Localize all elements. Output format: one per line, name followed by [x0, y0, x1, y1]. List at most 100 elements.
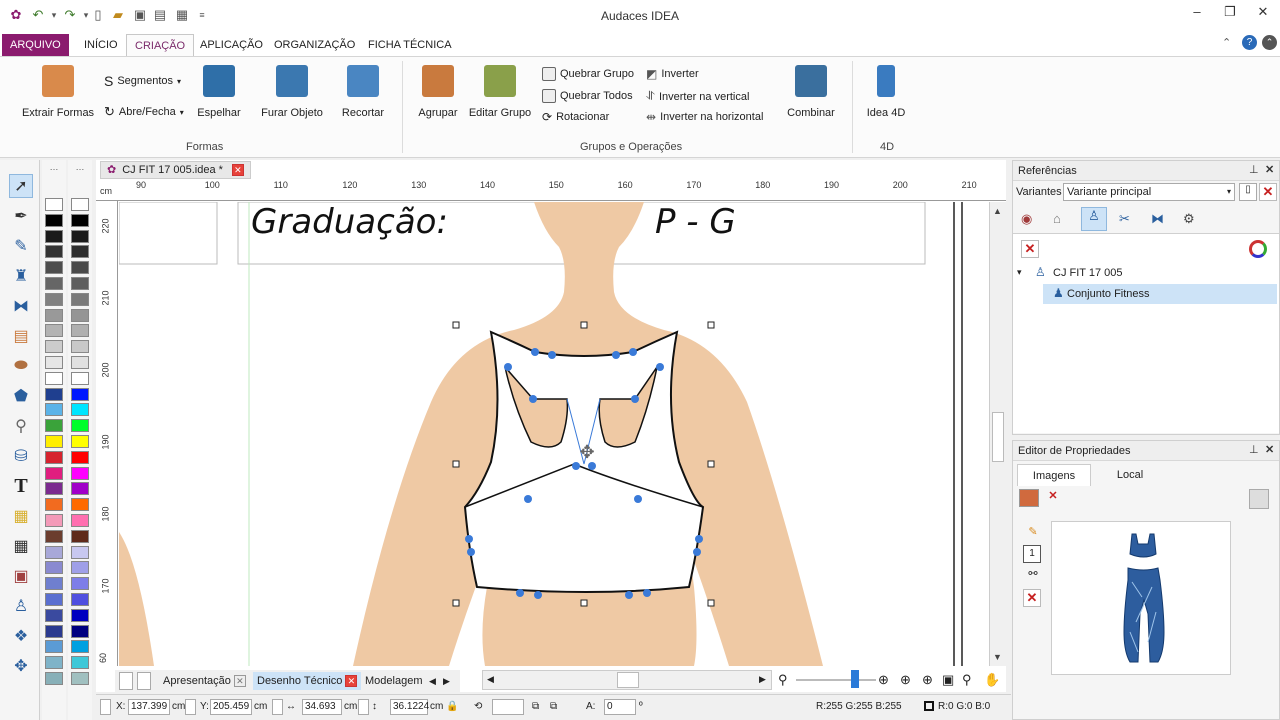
color-swatch[interactable]: [71, 577, 89, 591]
image-tool-icon[interactable]: ▣: [9, 564, 33, 588]
close-document-icon[interactable]: ✕: [231, 164, 244, 176]
color-swatch[interactable]: [45, 514, 63, 527]
color-swatch[interactable]: [45, 261, 63, 275]
tab-arquivo[interactable]: ARQUIVO: [2, 34, 69, 56]
sheet-prev-icon[interactable]: ◀: [425, 672, 440, 690]
color-swatch[interactable]: [45, 529, 63, 543]
tab-local[interactable]: Local: [1105, 464, 1155, 486]
color-swatch[interactable]: [45, 229, 63, 243]
close-button[interactable]: ✕: [1252, 4, 1274, 24]
close-panel-icon[interactable]: ✕: [1265, 443, 1274, 456]
pin-icon[interactable]: ⊥: [1249, 163, 1259, 176]
vertical-scrollbar[interactable]: ▲ ▼: [989, 202, 1006, 666]
pin-icon[interactable]: ⊥: [1249, 443, 1259, 456]
close-panel-icon[interactable]: ✕: [1265, 163, 1274, 176]
zoom-all-icon[interactable]: ⚲: [962, 672, 972, 688]
color-swatch[interactable]: [71, 371, 89, 385]
delete-image-button[interactable]: ✕: [1023, 589, 1041, 607]
color-swatch[interactable]: [71, 340, 89, 354]
copy-transform-2-icon[interactable]: ⧉: [550, 701, 557, 712]
width-checkbox[interactable]: [272, 699, 283, 715]
tree-root-item[interactable]: CJ FIT 17 005: [1053, 267, 1123, 279]
tab-imagens[interactable]: Imagens: [1017, 464, 1091, 486]
color-swatch[interactable]: [71, 529, 89, 543]
curve-tool-icon[interactable]: ✎: [9, 234, 33, 258]
color-swatch[interactable]: [71, 324, 89, 338]
remove-image-icon[interactable]: ✕: [1043, 489, 1063, 507]
color-swatch[interactable]: [71, 608, 89, 622]
close-sheet-icon[interactable]: ✕: [345, 675, 358, 687]
width-field[interactable]: 34.693: [302, 699, 342, 715]
idea-4d-button[interactable]: Idea 4D: [864, 65, 908, 119]
color-swatch[interactable]: [45, 545, 63, 559]
quebrar-grupo-button[interactable]: Quebrar Grupo: [542, 67, 634, 81]
select-tool-icon[interactable]: ➚: [9, 174, 33, 198]
color-swatch[interactable]: [45, 577, 63, 591]
color-swatch[interactable]: [71, 672, 89, 685]
tree-expand-icon[interactable]: ▾: [1017, 267, 1022, 278]
sheet-tab-modelagem[interactable]: Modelagem: [361, 672, 426, 690]
help-icon[interactable]: ?: [1242, 35, 1257, 50]
zoom-slider-thumb[interactable]: [851, 670, 859, 688]
mirror-tool-icon[interactable]: ⧓: [9, 294, 33, 318]
color-swatch[interactable]: [45, 371, 63, 385]
ref-tab-mirror-icon[interactable]: ⧓: [1151, 211, 1164, 227]
layers-tool-icon[interactable]: ▤: [9, 324, 33, 348]
zoom-page-icon[interactable]: ▣: [942, 672, 954, 688]
furar-objeto-button[interactable]: Furar Objeto: [258, 65, 326, 119]
color-swatch[interactable]: [45, 277, 63, 290]
horizontal-scrollbar[interactable]: ◀ ▶: [482, 670, 772, 690]
color-swatch[interactable]: [45, 245, 63, 259]
rotation-field[interactable]: [492, 699, 524, 715]
color-swatch[interactable]: [45, 198, 63, 211]
abre-fecha-button[interactable]: ↻ Abre/Fecha ▾: [104, 104, 184, 120]
zoom-in-icon[interactable]: ⊕: [878, 672, 889, 688]
color-swatch[interactable]: [71, 624, 89, 638]
polygon-tool-icon[interactable]: ⬟: [9, 384, 33, 408]
component-tool-icon[interactable]: ❖: [9, 624, 33, 648]
x-field[interactable]: 137.399: [128, 699, 170, 715]
add-variant-icon[interactable]: ▯: [1239, 183, 1257, 201]
grid-view-icon[interactable]: [1249, 489, 1269, 509]
page-view-icon[interactable]: [119, 672, 133, 690]
color-swatch[interactable]: [71, 450, 89, 464]
restore-button[interactable]: ❐: [1219, 4, 1241, 24]
tab-aplicacao[interactable]: APLICAÇÃO: [192, 34, 271, 56]
color-swatch[interactable]: [45, 387, 63, 401]
color-swatch[interactable]: [45, 213, 63, 227]
page-view-2-icon[interactable]: [137, 672, 151, 690]
color-swatch[interactable]: [71, 656, 89, 670]
y-field[interactable]: 205.459: [210, 699, 252, 715]
scroll-down-icon[interactable]: ▼: [993, 652, 1002, 662]
table-tool-icon[interactable]: ▦: [9, 534, 33, 558]
color-swatch[interactable]: [71, 277, 89, 290]
add-image-icon[interactable]: [1019, 489, 1039, 507]
color-swatch[interactable]: [71, 514, 89, 527]
collapse-ribbon-icon[interactable]: ⌃: [1222, 36, 1231, 49]
color-swatch[interactable]: [71, 545, 89, 559]
color-swatch[interactable]: [45, 292, 63, 306]
note-tool-icon[interactable]: ▦: [9, 504, 33, 528]
button-tool-icon[interactable]: ⚲: [9, 414, 33, 438]
color-swatch[interactable]: [45, 450, 63, 464]
y-checkbox[interactable]: [185, 699, 196, 715]
close-sheet-icon[interactable]: ✕: [233, 675, 246, 687]
color-swatch[interactable]: [45, 340, 63, 354]
color-swatch[interactable]: [45, 656, 63, 670]
editar-grupo-button[interactable]: Editar Grupo: [468, 65, 532, 119]
palette-scroll-up-icon[interactable]: …: [71, 162, 89, 174]
color-swatch[interactable]: [71, 640, 89, 654]
color-swatch[interactable]: [71, 308, 89, 322]
drawing-canvas[interactable]: ✥ Graduação: P - G: [119, 202, 989, 666]
garment-tool-icon[interactable]: ♜: [9, 264, 33, 288]
scroll-right-icon[interactable]: ▶: [759, 674, 766, 685]
rotate-status-icon[interactable]: ⟲: [474, 701, 482, 712]
pen-tool-icon[interactable]: ✒: [9, 204, 33, 228]
color-swatch[interactable]: [71, 482, 89, 496]
color-swatch[interactable]: [45, 593, 63, 606]
number-icon[interactable]: 1: [1023, 545, 1041, 563]
color-wheel-icon[interactable]: [1249, 240, 1267, 258]
height-field[interactable]: 36.1224: [390, 699, 429, 715]
scroll-up-icon[interactable]: ▲: [993, 206, 1002, 216]
color-swatch[interactable]: [71, 198, 89, 211]
